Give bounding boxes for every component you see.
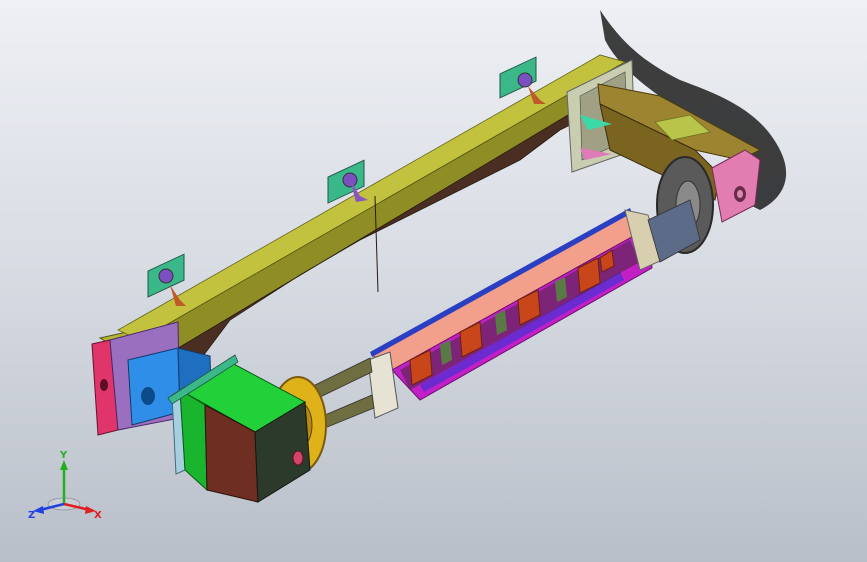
green-gearbox-side: [179, 389, 208, 492]
blue-motor-block[interactable]: [127, 347, 181, 426]
cad-assembly-model[interactable]: [0, 0, 867, 562]
triad-z-label: Z: [28, 510, 35, 521]
coordinate-triad: Y X Z: [28, 450, 102, 521]
triad-x-label: X: [94, 510, 102, 521]
beam-inner-web[interactable]: [174, 77, 631, 369]
left-pink-hole: [100, 379, 108, 391]
blue-block-hole: [141, 387, 155, 405]
triad-y-label: Y: [59, 450, 68, 461]
graphics-viewport[interactable]: Y X Z: [0, 0, 867, 562]
green-gearbox-shaft: [292, 450, 304, 466]
triad-y-arrow: [60, 460, 68, 470]
